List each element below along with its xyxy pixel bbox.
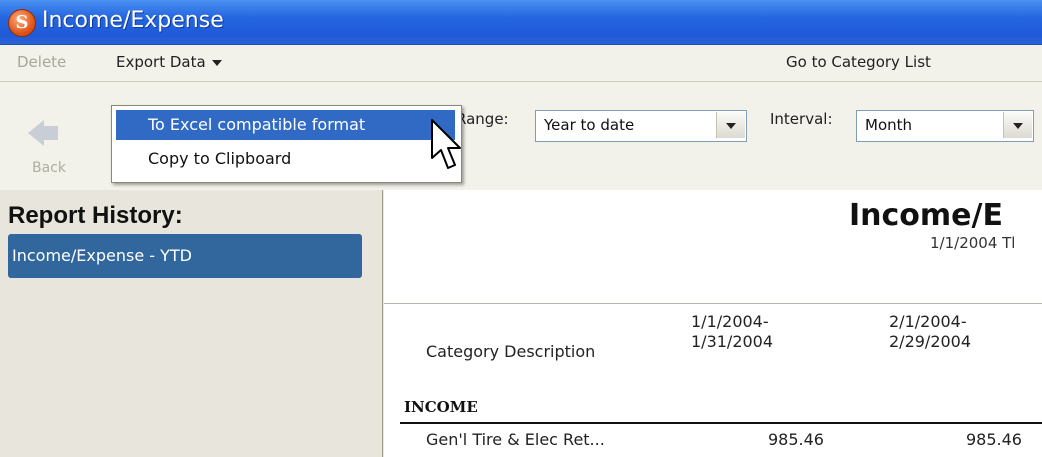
- row-value-feb: 985.46: [966, 430, 1022, 449]
- range-select[interactable]: Year to date: [535, 110, 747, 142]
- column-header-description: Category Description: [426, 342, 596, 361]
- go-to-category-list-link[interactable]: Go to Category List: [786, 53, 931, 71]
- row-value-jan: 985.46: [768, 430, 824, 449]
- column-header-feb: 2/1/2004- 2/29/2004: [889, 312, 972, 351]
- menu-item-copy-to-clipboard[interactable]: Copy to Clipboard: [116, 144, 455, 174]
- mouse-pointer-icon: [431, 119, 461, 169]
- interval-select[interactable]: Month: [856, 110, 1034, 142]
- menu-item-to-excel[interactable]: To Excel compatible format: [116, 110, 455, 140]
- menu-bar: Delete Export Data Go to Category List: [0, 45, 1042, 82]
- section-income-heading: INCOME: [404, 398, 478, 416]
- interval-label: Interval:: [770, 110, 833, 128]
- chevron-down-icon[interactable]: [1003, 112, 1032, 138]
- chevron-down-icon[interactable]: [716, 112, 745, 138]
- export-data-dropdown: To Excel compatible format Copy to Clipb…: [111, 105, 462, 183]
- report-history-panel: Report History: Income/Expense - YTD: [0, 190, 383, 457]
- export-data-menu[interactable]: Export Data: [116, 53, 222, 71]
- divider: [400, 422, 1042, 424]
- report-history-item[interactable]: Income/Expense - YTD: [8, 234, 362, 278]
- export-data-label: Export Data: [116, 53, 206, 71]
- app-logo-icon: S: [8, 9, 36, 37]
- divider: [384, 303, 1042, 304]
- back-button[interactable]: [18, 108, 74, 188]
- row-description: Gen'l Tire & Elec Ret...: [426, 430, 605, 449]
- back-arrow-icon: [28, 120, 44, 146]
- delete-menu[interactable]: Delete: [17, 53, 66, 71]
- back-label: Back: [32, 160, 66, 176]
- report-date-range: 1/1/2004 Tl: [930, 234, 1016, 252]
- window-title: Income/Expense: [42, 8, 224, 33]
- title-bar: S Income/Expense: [0, 0, 1042, 45]
- report-view: Income/E 1/1/2004 Tl Category Descriptio…: [384, 190, 1042, 457]
- report-title: Income/E: [849, 198, 1003, 233]
- report-history-title: Report History:: [8, 202, 183, 229]
- chevron-down-icon: [211, 59, 222, 66]
- column-header-jan: 1/1/2004- 1/31/2004: [691, 312, 774, 351]
